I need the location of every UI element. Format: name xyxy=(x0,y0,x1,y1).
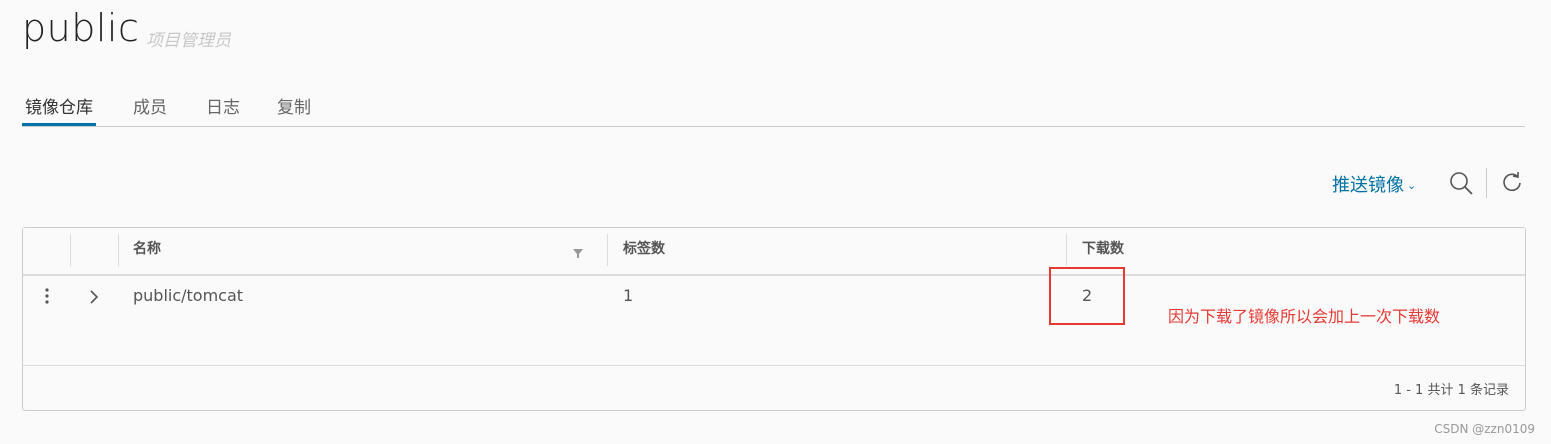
repo-name-link[interactable]: public/tomcat xyxy=(133,286,243,305)
search-icon[interactable] xyxy=(1448,170,1474,196)
annotation-highlight-box xyxy=(1049,267,1125,325)
tab-replication[interactable]: 复制 xyxy=(277,93,311,125)
datagrid-header: 名称 标签数 下载数 xyxy=(23,228,1525,276)
column-divider xyxy=(1066,234,1067,266)
column-divider xyxy=(607,234,608,266)
tab-repositories[interactable]: 镜像仓库 xyxy=(22,93,96,126)
refresh-icon[interactable] xyxy=(1499,170,1525,196)
pagination-summary: 1 - 1 共计 1 条记录 xyxy=(1393,383,1509,398)
project-tabs: 镜像仓库 成员 日志 复制 xyxy=(22,86,1525,127)
push-image-label: 推送镜像 xyxy=(1332,175,1404,196)
filter-icon[interactable] xyxy=(572,244,584,258)
project-role: 项目管理员 xyxy=(146,31,231,51)
column-divider xyxy=(70,234,71,266)
annotation-text: 因为下载了镜像所以会加上一次下载数 xyxy=(1168,307,1441,326)
column-divider xyxy=(118,234,119,266)
tab-members[interactable]: 成员 xyxy=(133,93,167,125)
push-image-button[interactable]: 推送镜像 ⌄ xyxy=(1332,171,1416,197)
chevron-down-icon: ⌄ xyxy=(1407,179,1417,192)
chevron-right-icon[interactable] xyxy=(87,288,101,306)
toolbar-divider xyxy=(1486,168,1487,198)
tag-count: 1 xyxy=(623,286,634,305)
watermark: CSDN @zzn0109 xyxy=(1434,422,1535,436)
column-header-name[interactable]: 名称 xyxy=(133,228,161,274)
project-title: public xyxy=(22,6,140,50)
row-actions-icon[interactable] xyxy=(39,286,55,306)
tab-logs[interactable]: 日志 xyxy=(206,93,240,125)
column-header-tags[interactable]: 标签数 xyxy=(623,228,665,274)
datagrid-footer: 1 - 1 共计 1 条记录 xyxy=(23,365,1525,411)
